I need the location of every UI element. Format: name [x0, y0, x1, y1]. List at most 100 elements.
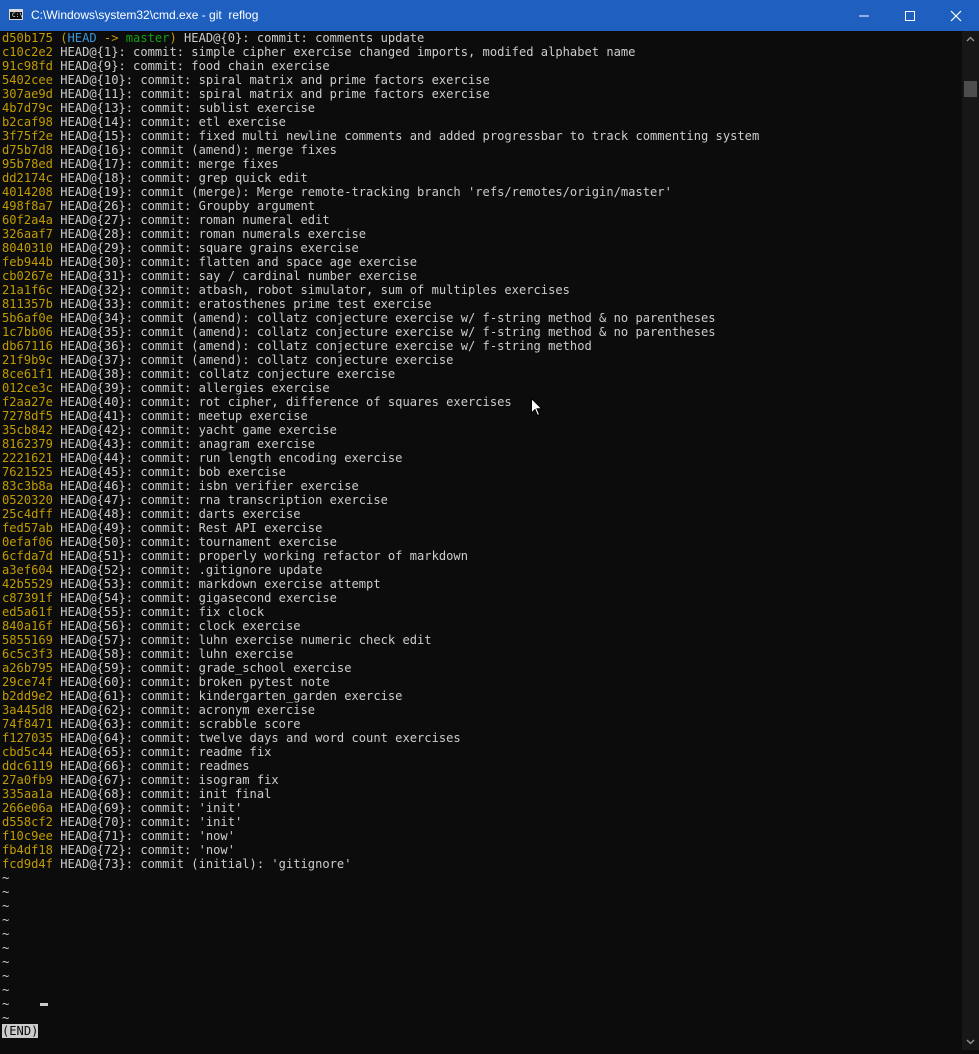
reflog-message: HEAD@{52}: commit: .gitignore update: [52, 563, 323, 577]
reflog-message: HEAD@{61}: commit: kindergarten_garden e…: [52, 689, 403, 703]
commit-hash: 326aaf7: [2, 227, 53, 241]
commit-hash: 83c3b8a: [2, 479, 53, 493]
reflog-entry: 266e06a HEAD@{69}: commit: 'init': [2, 801, 242, 815]
empty-line-marker: ~: [2, 969, 10, 983]
commit-hash: f2aa27e: [2, 395, 53, 409]
reflog-entry: 0520320 HEAD@{47}: commit: rna transcrip…: [2, 493, 388, 507]
reflog-message: HEAD@{72}: commit: 'now': [52, 843, 235, 857]
maximize-button[interactable]: [887, 0, 933, 31]
commit-hash: 1c7bb06: [2, 325, 53, 339]
commit-hash: 42b5529: [2, 577, 53, 591]
reflog-entry: c10c2e2 HEAD@{1}: commit: simple cipher …: [2, 45, 635, 59]
reflog-message: HEAD@{19}: commit (merge): Merge remote-…: [52, 185, 672, 199]
reflog-entry: 8040310 HEAD@{29}: commit: square grains…: [2, 241, 359, 255]
reflog-entry: 6c5c3f3 HEAD@{58}: commit: luhn exercise: [2, 647, 293, 661]
reflog-entry: cbd5c44 HEAD@{65}: commit: readme fix: [2, 745, 271, 759]
reflog-entry: 29ce74f HEAD@{60}: commit: broken pytest…: [2, 675, 330, 689]
empty-line-marker: ~: [2, 899, 10, 913]
commit-hash: d50b175: [2, 31, 53, 45]
commit-hash: c87391f: [2, 591, 53, 605]
empty-line-marker: ~: [2, 927, 10, 941]
commit-hash: 21f9b9c: [2, 353, 53, 367]
reflog-entry: 335aa1a HEAD@{68}: commit: init final: [2, 787, 271, 801]
reflog-message: HEAD@{54}: commit: gigasecond exercise: [52, 591, 337, 605]
reflog-entry: d50b175 (HEAD -> master) HEAD@{0}: commi…: [2, 31, 424, 45]
commit-hash: 35cb842: [2, 423, 53, 437]
cmd-icon: C:\: [9, 9, 23, 20]
terminal-output[interactable]: d50b175 (HEAD -> master) HEAD@{0}: commi…: [0, 31, 962, 1050]
commit-hash: 2221621: [2, 451, 53, 465]
reflog-message: HEAD@{35}: commit (amend): collatz conje…: [52, 325, 716, 339]
close-button[interactable]: [933, 0, 979, 31]
commit-hash: 335aa1a: [2, 787, 53, 801]
reflog-message: HEAD@{40}: commit: rot cipher, differenc…: [52, 395, 512, 409]
commit-hash: db67116: [2, 339, 53, 353]
commit-hash: f127035: [2, 731, 53, 745]
reflog-message: HEAD@{41}: commit: meetup exercise: [52, 409, 308, 423]
vertical-scrollbar[interactable]: [962, 31, 979, 1050]
reflog-message: HEAD@{18}: commit: grep quick edit: [52, 171, 308, 185]
reflog-message: HEAD@{36}: commit (amend): collatz conje…: [52, 339, 592, 353]
commit-hash: cb0267e: [2, 269, 53, 283]
commit-hash: a3ef604: [2, 563, 53, 577]
scroll-up-button[interactable]: [962, 31, 979, 48]
commit-hash: 95b78ed: [2, 157, 53, 171]
commit-hash: fed57ab: [2, 521, 53, 535]
commit-hash: 8162379: [2, 437, 53, 451]
reflog-message: HEAD@{16}: commit (amend): merge fixes: [52, 143, 337, 157]
reflog-entry: f127035 HEAD@{64}: commit: twelve days a…: [2, 731, 461, 745]
title-bar[interactable]: C:\ C:\Windows\system32\cmd.exe - git re…: [0, 0, 979, 31]
ref-decoration-close: ): [169, 31, 177, 45]
reflog-message: HEAD@{51}: commit: properly working refa…: [52, 549, 468, 563]
reflog-entry: 74f8471 HEAD@{63}: commit: scrabble scor…: [2, 717, 301, 731]
reflog-message: HEAD@{46}: commit: isbn verifier exercis…: [52, 479, 359, 493]
commit-hash: 27a0fb9: [2, 773, 53, 787]
reflog-entry: 498f8a7 HEAD@{26}: commit: Groupby argum…: [2, 199, 315, 213]
empty-line-marker: ~: [2, 941, 10, 955]
reflog-entry: d75b7d8 HEAD@{16}: commit (amend): merge…: [2, 143, 337, 157]
commit-hash: 811357b: [2, 297, 53, 311]
scroll-down-button[interactable]: [962, 1033, 979, 1050]
reflog-message: HEAD@{55}: commit: fix clock: [52, 605, 265, 619]
reflog-entry: 4b7d79c HEAD@{13}: commit: sublist exerc…: [2, 101, 315, 115]
reflog-entry: a26b795 HEAD@{59}: commit: grade_school …: [2, 661, 352, 675]
reflog-message: HEAD@{69}: commit: 'init': [52, 801, 243, 815]
reflog-entry: a3ef604 HEAD@{52}: commit: .gitignore up…: [2, 563, 322, 577]
commit-hash: 5b6af0e: [2, 311, 53, 325]
empty-line-marker: ~: [2, 913, 10, 927]
reflog-message: HEAD@{37}: commit (amend): collatz conje…: [52, 353, 454, 367]
reflog-message: HEAD@{59}: commit: grade_school exercise: [52, 661, 352, 675]
ref-decoration-head: HEAD: [67, 31, 97, 45]
reflog-message: HEAD@{15}: commit: fixed multi newline c…: [52, 129, 760, 143]
commit-hash: 91c98fd: [2, 59, 53, 73]
reflog-message: HEAD@{63}: commit: scrabble score: [52, 717, 301, 731]
reflog-entry: fb4df18 HEAD@{72}: commit: 'now': [2, 843, 235, 857]
reflog-message: HEAD@{48}: commit: darts exercise: [52, 507, 301, 521]
ref-decoration-branch: master: [125, 31, 170, 45]
minimize-button[interactable]: [841, 0, 887, 31]
empty-line-marker: ~: [2, 983, 10, 997]
reflog-message: HEAD@{60}: commit: broken pytest note: [52, 675, 330, 689]
commit-hash: 266e06a: [2, 801, 53, 815]
reflog-entry: 3a445d8 HEAD@{62}: commit: acronym exerc…: [2, 703, 315, 717]
reflog-message: HEAD@{29}: commit: square grains exercis…: [52, 241, 359, 255]
commit-hash: c10c2e2: [2, 45, 53, 59]
reflog-message: HEAD@{58}: commit: luhn exercise: [52, 647, 294, 661]
reflog-message: HEAD@{62}: commit: acronym exercise: [52, 703, 316, 717]
reflog-message: HEAD@{32}: commit: atbash, robot simulat…: [52, 283, 570, 297]
commit-hash: feb944b: [2, 255, 53, 269]
scrollbar-thumb[interactable]: [964, 81, 977, 97]
reflog-message: HEAD@{39}: commit: allergies exercise: [52, 381, 330, 395]
reflog-message: HEAD@{64}: commit: twelve days and word …: [52, 731, 461, 745]
commit-hash: 4014208: [2, 185, 53, 199]
commit-hash: 7278df5: [2, 409, 53, 423]
window-title: C:\Windows\system32\cmd.exe - git reflog: [31, 8, 259, 22]
reflog-entry: 91c98fd HEAD@{9}: commit: food chain exe…: [2, 59, 330, 73]
empty-line-marker: ~: [2, 955, 10, 969]
commit-hash: 5855169: [2, 633, 53, 647]
reflog-message: HEAD@{27}: commit: roman numeral edit: [52, 213, 330, 227]
reflog-message: HEAD@{50}: commit: tournament exercise: [52, 535, 337, 549]
reflog-message: HEAD@{9}: commit: food chain exercise: [52, 59, 330, 73]
reflog-message: HEAD@{0}: commit: comments update: [176, 31, 425, 45]
reflog-message: HEAD@{1}: commit: simple cipher exercise…: [52, 45, 636, 59]
